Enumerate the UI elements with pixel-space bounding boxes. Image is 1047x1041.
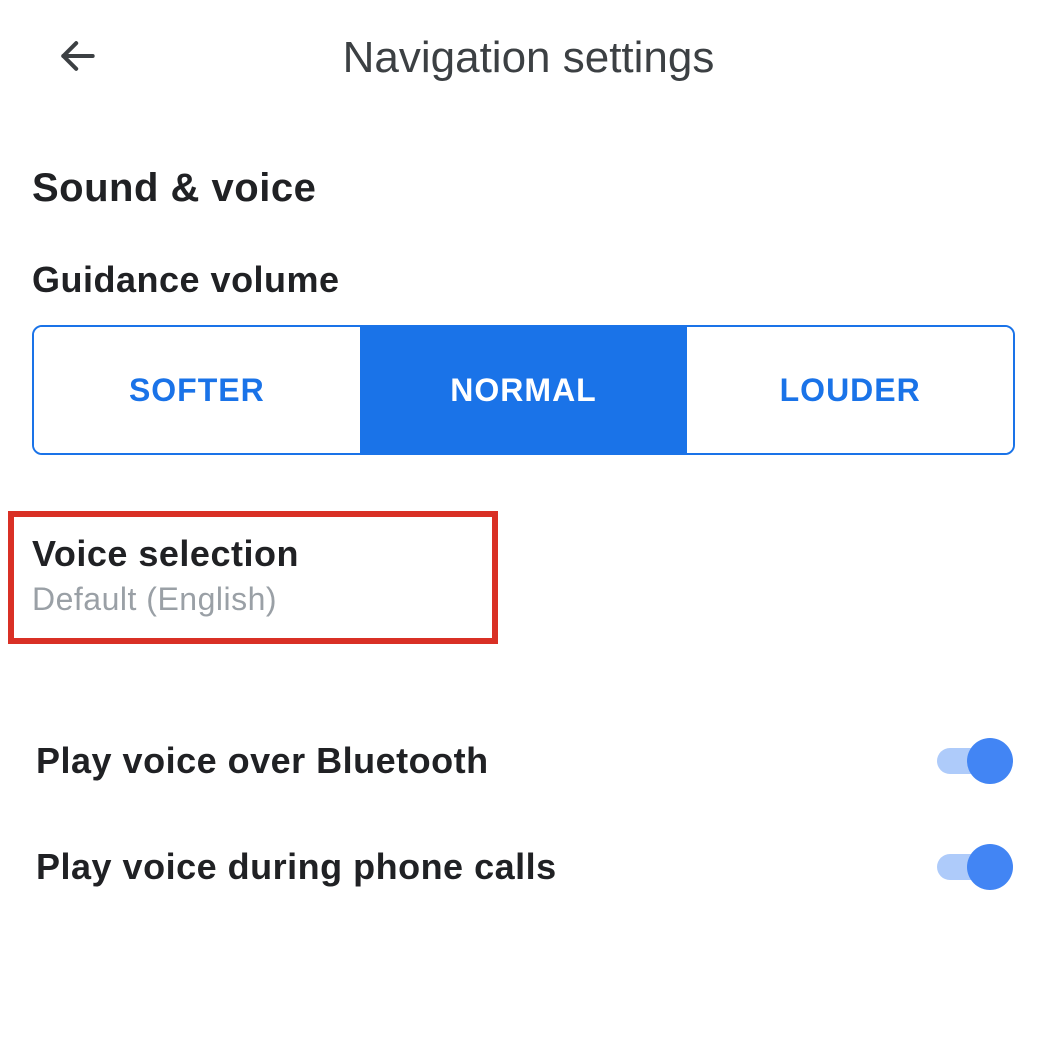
volume-option-normal[interactable]: NORMAL [361, 327, 688, 453]
toggle-thumb [967, 738, 1013, 784]
section-heading-sound-voice: Sound & voice [32, 166, 1015, 211]
phone-calls-toggle[interactable] [937, 846, 1011, 888]
voice-selection-title: Voice selection [32, 533, 474, 575]
phone-calls-toggle-label: Play voice during phone calls [36, 846, 557, 888]
page-title: Navigation settings [106, 33, 951, 83]
bluetooth-toggle[interactable] [937, 740, 1011, 782]
toggle-thumb [967, 844, 1013, 890]
volume-option-softer[interactable]: SOFTER [34, 327, 361, 453]
voice-selection-row[interactable]: Voice selection Default (English) [8, 511, 498, 644]
toggle-row-phone-calls: Play voice during phone calls [32, 814, 1015, 920]
header: Navigation settings [0, 0, 1047, 116]
back-button[interactable] [50, 30, 106, 86]
toggle-row-bluetooth: Play voice over Bluetooth [32, 708, 1015, 814]
voice-selection-subtitle: Default (English) [32, 581, 474, 618]
volume-option-louder[interactable]: LOUDER [687, 327, 1013, 453]
content: Sound & voice Guidance volume SOFTER NOR… [0, 116, 1047, 920]
bluetooth-toggle-label: Play voice over Bluetooth [36, 740, 489, 782]
guidance-volume-segmented: SOFTER NORMAL LOUDER [32, 325, 1015, 455]
guidance-volume-label: Guidance volume [32, 259, 1015, 301]
arrow-left-icon [56, 34, 100, 83]
